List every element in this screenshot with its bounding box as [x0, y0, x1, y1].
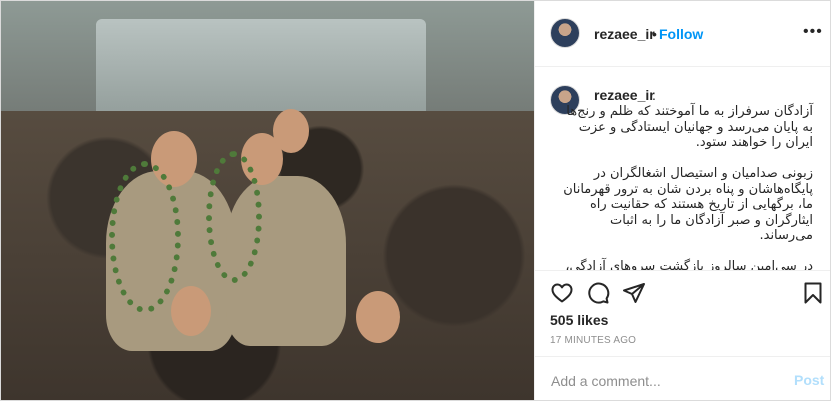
- avatar[interactable]: [550, 18, 580, 48]
- username-link[interactable]: rezaee_ir: [594, 26, 655, 42]
- caption-username-link[interactable]: rezaee_ir: [594, 87, 655, 103]
- photo-garland-left: [109, 161, 181, 313]
- post-header: rezaee_ir • Follow •••: [535, 1, 830, 67]
- post-photo[interactable]: [1, 1, 534, 400]
- post-comment-button[interactable]: Post: [794, 372, 824, 388]
- comment-form: Post: [535, 356, 830, 400]
- photo-garland-center: [206, 151, 262, 283]
- photo-face-back: [273, 109, 309, 153]
- caption-dot: .: [652, 87, 656, 103]
- more-options-icon[interactable]: •••: [803, 23, 823, 41]
- instagram-post: rezaee_ir • Follow ••• rezaee_ir . آزادگ…: [0, 0, 831, 401]
- action-bar: 505 likes 17 MINUTES AGO Post: [535, 270, 830, 400]
- share-icon[interactable]: [622, 281, 646, 305]
- comment-icon[interactable]: [586, 281, 610, 305]
- photo-face-bottom: [356, 291, 400, 343]
- post-sidebar: rezaee_ir • Follow ••• rezaee_ir . آزادگ…: [534, 1, 830, 400]
- header-separator: •: [652, 26, 657, 42]
- heart-icon[interactable]: [550, 281, 574, 305]
- caption-area: rezaee_ir . آزادگان سرفراز به ما آموختند…: [535, 67, 830, 270]
- caption-text: آزادگان سرفراز به ما آموختند که ظلم و رن…: [563, 104, 813, 270]
- likes-count[interactable]: 505 likes: [550, 312, 608, 328]
- bookmark-icon[interactable]: [801, 281, 825, 305]
- follow-button[interactable]: Follow: [659, 26, 703, 42]
- post-timestamp[interactable]: 17 MINUTES AGO: [550, 335, 636, 346]
- comment-input[interactable]: [549, 369, 773, 393]
- photo-face-bottom-left: [171, 286, 211, 336]
